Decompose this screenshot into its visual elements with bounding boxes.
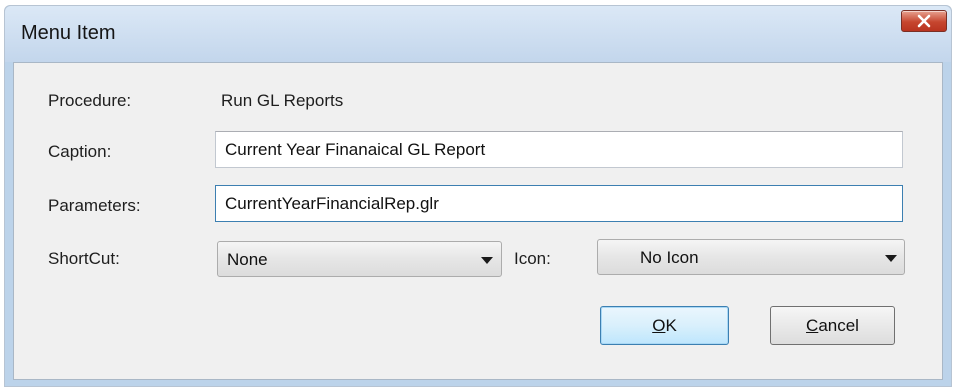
title-bar[interactable]: Menu Item [5, 6, 951, 62]
ok-button[interactable]: OK [600, 306, 729, 345]
icon-selected-value: No Icon [640, 248, 699, 267]
dialog-body: Procedure: Run GL Reports Caption: Curre… [13, 62, 943, 380]
shortcut-label: ShortCut: [48, 249, 120, 268]
parameters-input[interactable]: CurrentYearFinancialRep.glr [215, 185, 903, 222]
icon-label: Icon: [514, 249, 551, 268]
menu-item-dialog: Menu Item Procedure: Run GL Reports Capt… [4, 5, 952, 387]
shortcut-selected-value: None [227, 250, 268, 269]
ok-mnemonic: O [652, 316, 666, 335]
close-button[interactable] [901, 10, 947, 32]
chevron-down-icon [481, 257, 493, 264]
cancel-label-rest: ancel [818, 316, 859, 335]
close-icon [917, 14, 931, 28]
shortcut-select[interactable]: None [217, 241, 502, 277]
procedure-value: Run GL Reports [221, 91, 344, 110]
icon-select[interactable]: No Icon [597, 239, 905, 275]
procedure-label: Procedure: [48, 91, 132, 110]
caption-label: Caption: [48, 142, 112, 161]
ok-label-rest: K [665, 316, 677, 335]
cancel-mnemonic: C [806, 316, 819, 335]
caption-input[interactable]: Current Year Finanaical GL Report [215, 131, 903, 168]
window-title: Menu Item [21, 22, 116, 44]
cancel-button[interactable]: Cancel [770, 306, 895, 345]
parameters-label: Parameters: [48, 196, 141, 215]
chevron-down-icon [885, 255, 897, 262]
